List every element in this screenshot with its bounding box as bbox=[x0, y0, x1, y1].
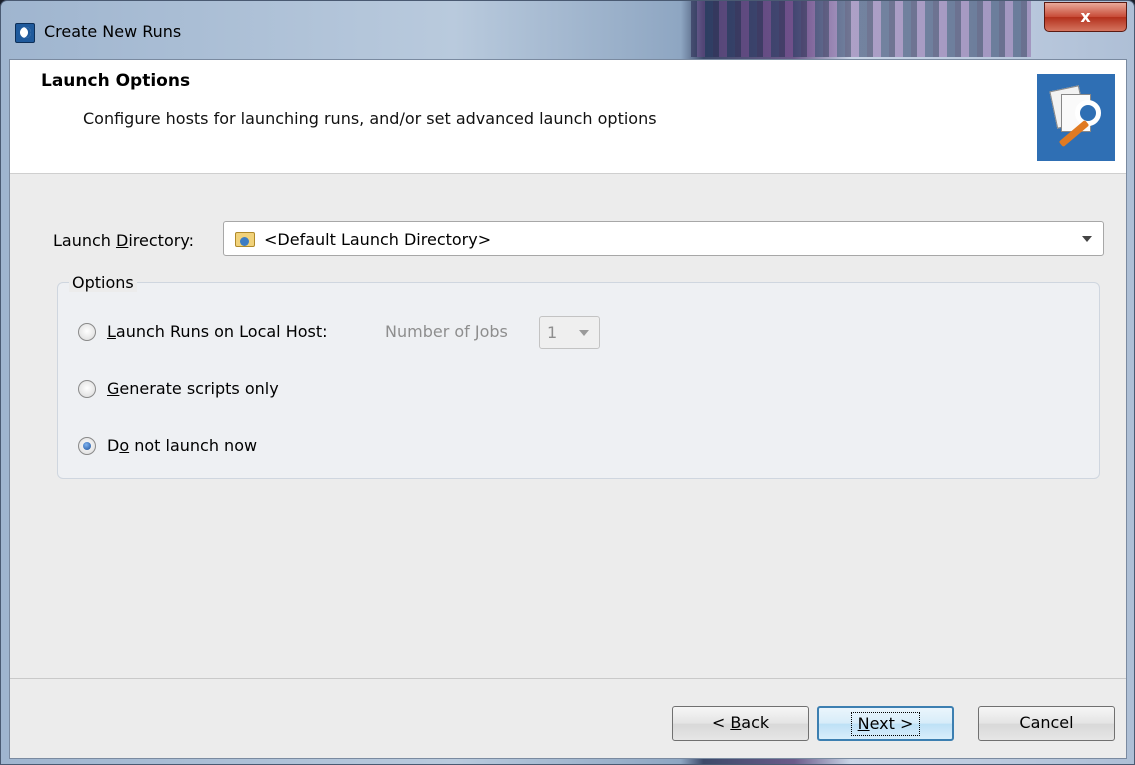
dialog-client-area: Launch Options Configure hosts for launc… bbox=[9, 59, 1127, 759]
launch-options-icon bbox=[1037, 74, 1115, 161]
chevron-down-icon[interactable] bbox=[579, 330, 589, 336]
next-button[interactable]: Next > bbox=[817, 706, 954, 741]
chevron-down-icon[interactable] bbox=[1082, 236, 1092, 242]
wizard-header: Launch Options Configure hosts for launc… bbox=[10, 60, 1126, 174]
generate-scripts-radio[interactable] bbox=[78, 380, 96, 398]
dialog-window: Create New Runs x Launch Options Configu… bbox=[0, 0, 1135, 765]
generate-scripts-label[interactable]: Generate scripts only bbox=[107, 379, 279, 398]
close-button[interactable]: x bbox=[1044, 2, 1127, 32]
cancel-button[interactable]: Cancel bbox=[978, 706, 1115, 741]
title-bar[interactable]: Create New Runs x bbox=[1, 1, 1134, 59]
do-not-launch-label[interactable]: Do not launch now bbox=[107, 436, 257, 455]
window-title: Create New Runs bbox=[44, 22, 182, 41]
number-of-jobs-label: Number of Jobs bbox=[385, 322, 508, 341]
number-of-jobs-value: 1 bbox=[547, 323, 558, 342]
footer-divider bbox=[10, 678, 1126, 679]
page-title: Launch Options bbox=[41, 71, 191, 91]
local-host-label[interactable]: Launch Runs on Local Host: bbox=[107, 322, 328, 341]
launch-directory-value: <Default Launch Directory> bbox=[264, 230, 492, 249]
folder-icon bbox=[235, 232, 255, 247]
launch-directory-label: Launch Directory: bbox=[53, 231, 195, 250]
app-icon bbox=[15, 23, 35, 43]
options-legend: Options bbox=[69, 273, 137, 292]
local-host-radio[interactable] bbox=[78, 323, 96, 341]
launch-directory-combo[interactable]: <Default Launch Directory> bbox=[223, 221, 1104, 256]
number-of-jobs-combo[interactable]: 1 bbox=[539, 316, 600, 349]
do-not-launch-radio[interactable] bbox=[78, 437, 96, 455]
back-button[interactable]: < Back bbox=[672, 706, 809, 741]
page-subtitle: Configure hosts for launching runs, and/… bbox=[83, 109, 657, 128]
